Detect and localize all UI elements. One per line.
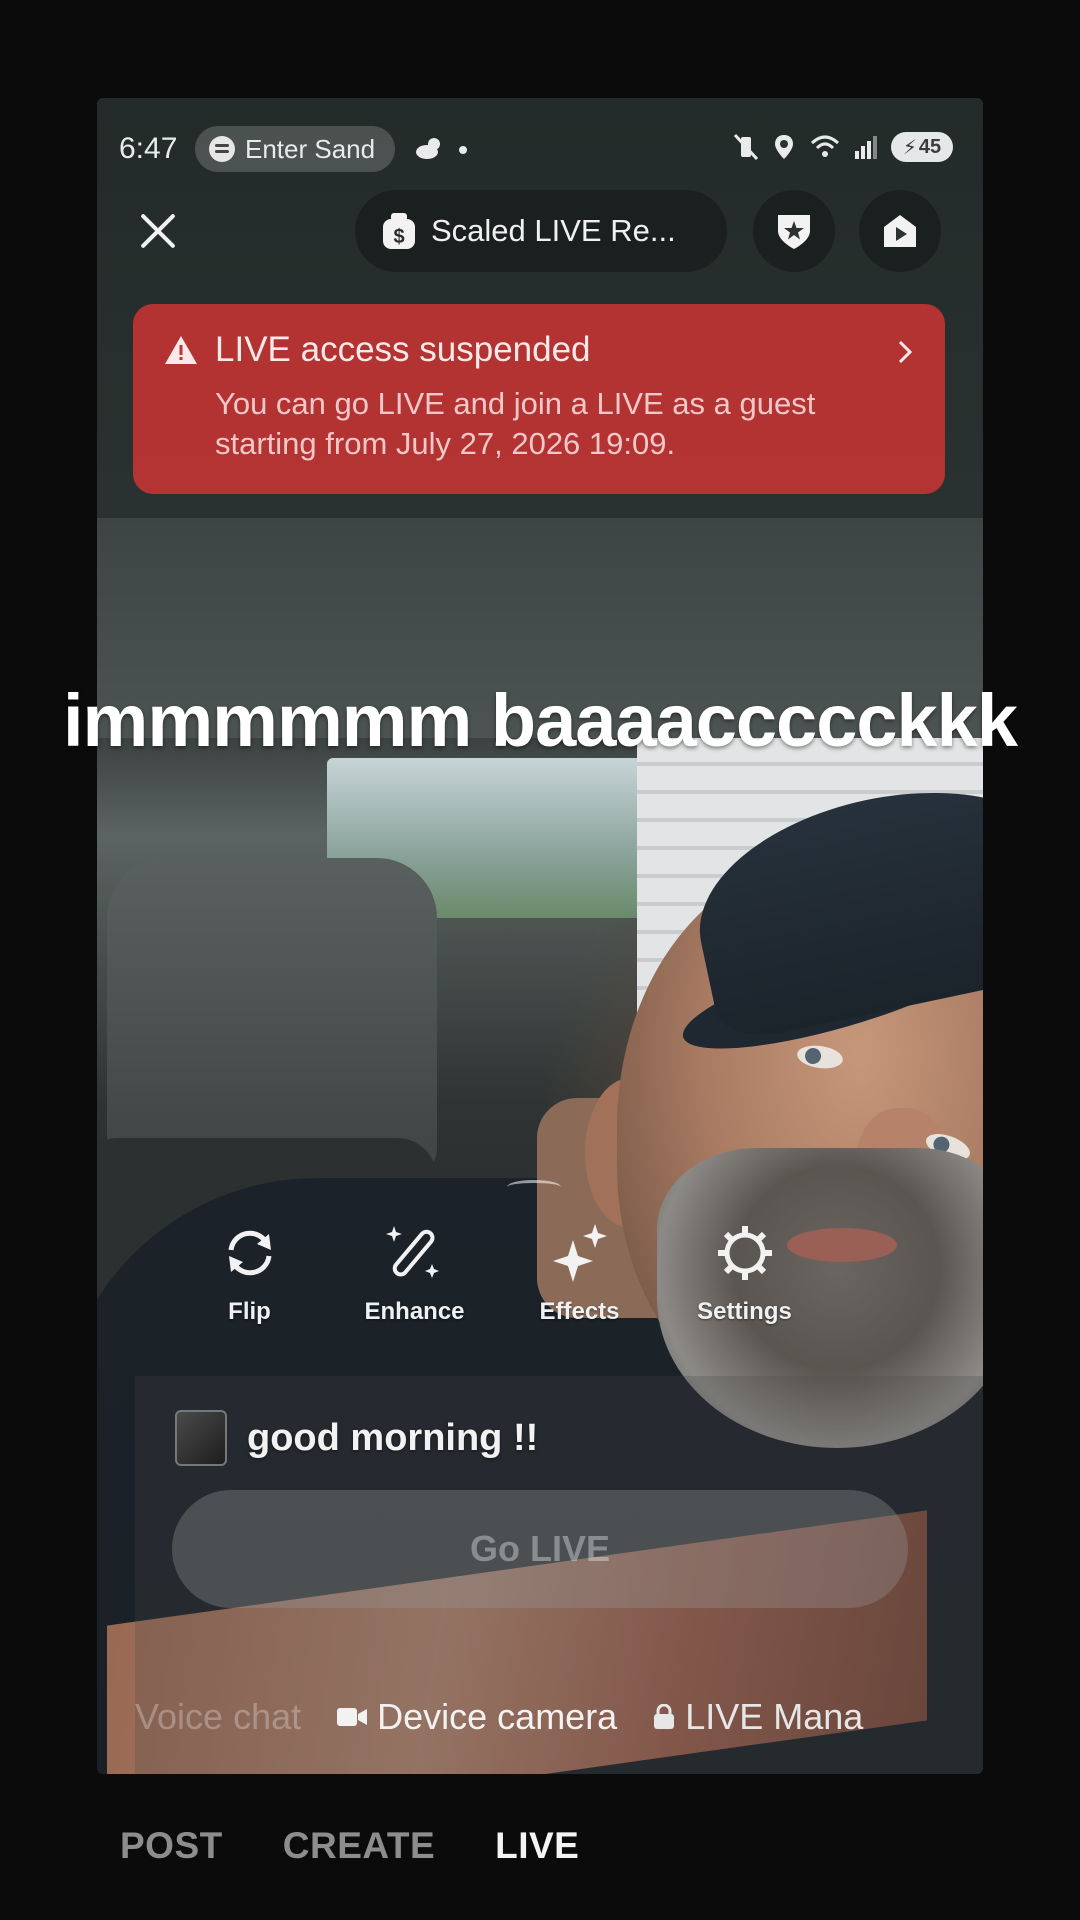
media-pill[interactable]: Enter Sand	[195, 126, 395, 172]
signal-icon	[855, 136, 877, 159]
bottom-tabs: POST CREATE LIVE	[120, 1825, 579, 1867]
go-live-button[interactable]: Go LIVE	[172, 1490, 908, 1608]
battery-level: 45	[918, 135, 942, 158]
scaled-live-rewards-button[interactable]: $ Scaled LIVE Re...	[355, 190, 727, 272]
tab-create[interactable]: CREATE	[283, 1825, 435, 1867]
vibrate-mute-icon	[733, 133, 759, 161]
notification-dot-icon	[459, 146, 467, 154]
sparkles-icon	[552, 1224, 607, 1282]
mode-device-camera[interactable]: Device camera	[337, 1696, 617, 1738]
gear-icon	[717, 1226, 772, 1280]
settings-button[interactable]: Settings	[662, 1220, 827, 1340]
flip-button[interactable]: Flip	[167, 1220, 332, 1340]
weather-icon	[416, 138, 440, 159]
live-center-button[interactable]	[859, 190, 941, 272]
live-mode-selector: Voice chat Device camera LIVE Mana	[135, 1696, 983, 1738]
location-icon	[775, 135, 793, 159]
alert-body: You can go LIVE and join a LIVE as a gue…	[215, 386, 816, 461]
media-pill-text: Enter Sand	[245, 133, 376, 164]
mode-voice-chat[interactable]: Voice chat	[135, 1696, 301, 1738]
close-icon[interactable]	[135, 208, 181, 254]
tools-row: Flip Enhance Effects Settings	[167, 1220, 867, 1340]
mode-live-manager[interactable]: LIVE Mana	[653, 1696, 863, 1738]
warning-icon	[165, 336, 197, 364]
live-preview-screen: 6:47 Enter Sand ⚡ 45 $ Scaled LIVE Re...…	[97, 98, 983, 1774]
status-time: 6:47	[119, 132, 178, 165]
rewards-label: Scaled LIVE Re...	[431, 213, 676, 248]
money-bag-icon: $	[383, 213, 415, 249]
video-caption: immmmmm baaaaccccckkk	[63, 679, 1018, 762]
live-access-suspended-banner[interactable]: LIVE access suspended You can go LIVE an…	[133, 304, 945, 494]
flip-camera-icon	[228, 1230, 271, 1276]
mode-label: Voice chat	[135, 1696, 302, 1737]
live-title[interactable]: good morning !!	[247, 1417, 538, 1460]
effects-button[interactable]: Effects	[497, 1220, 662, 1340]
enhance-button[interactable]: Enhance	[332, 1220, 497, 1340]
svg-text:$: $	[393, 226, 404, 248]
avatar[interactable]	[175, 1410, 227, 1466]
mode-label: LIVE Mana	[685, 1696, 864, 1737]
tab-live[interactable]: LIVE	[495, 1825, 579, 1867]
tool-label: Enhance	[364, 1298, 465, 1325]
seat-headrest	[107, 858, 437, 1178]
chevron-right-icon	[898, 340, 913, 364]
alert-title: LIVE access suspended	[215, 330, 591, 369]
tab-post[interactable]: POST	[120, 1825, 223, 1867]
tool-label: Settings	[697, 1298, 792, 1325]
wifi-icon	[810, 135, 840, 157]
moderation-shield-button[interactable]	[753, 190, 835, 272]
charging-bolt-icon: ⚡	[902, 136, 917, 159]
tool-label: Effects	[539, 1298, 620, 1325]
status-icons: ⚡ 45	[733, 132, 953, 162]
live-title-row[interactable]: good morning !!	[175, 1410, 538, 1466]
lock-icon	[654, 1704, 675, 1729]
tool-label: Flip	[228, 1298, 271, 1325]
live-house-icon	[884, 215, 916, 247]
shield-star-icon	[778, 215, 810, 249]
magic-wand-icon	[385, 1226, 439, 1278]
battery-indicator: ⚡ 45	[891, 132, 953, 162]
spotify-icon	[209, 136, 235, 162]
video-camera-icon	[337, 1708, 368, 1726]
status-bar: 6:47 Enter Sand ⚡ 45	[97, 126, 983, 178]
effects-indicator-arc	[507, 1180, 561, 1194]
mode-label: Device camera	[377, 1696, 618, 1737]
